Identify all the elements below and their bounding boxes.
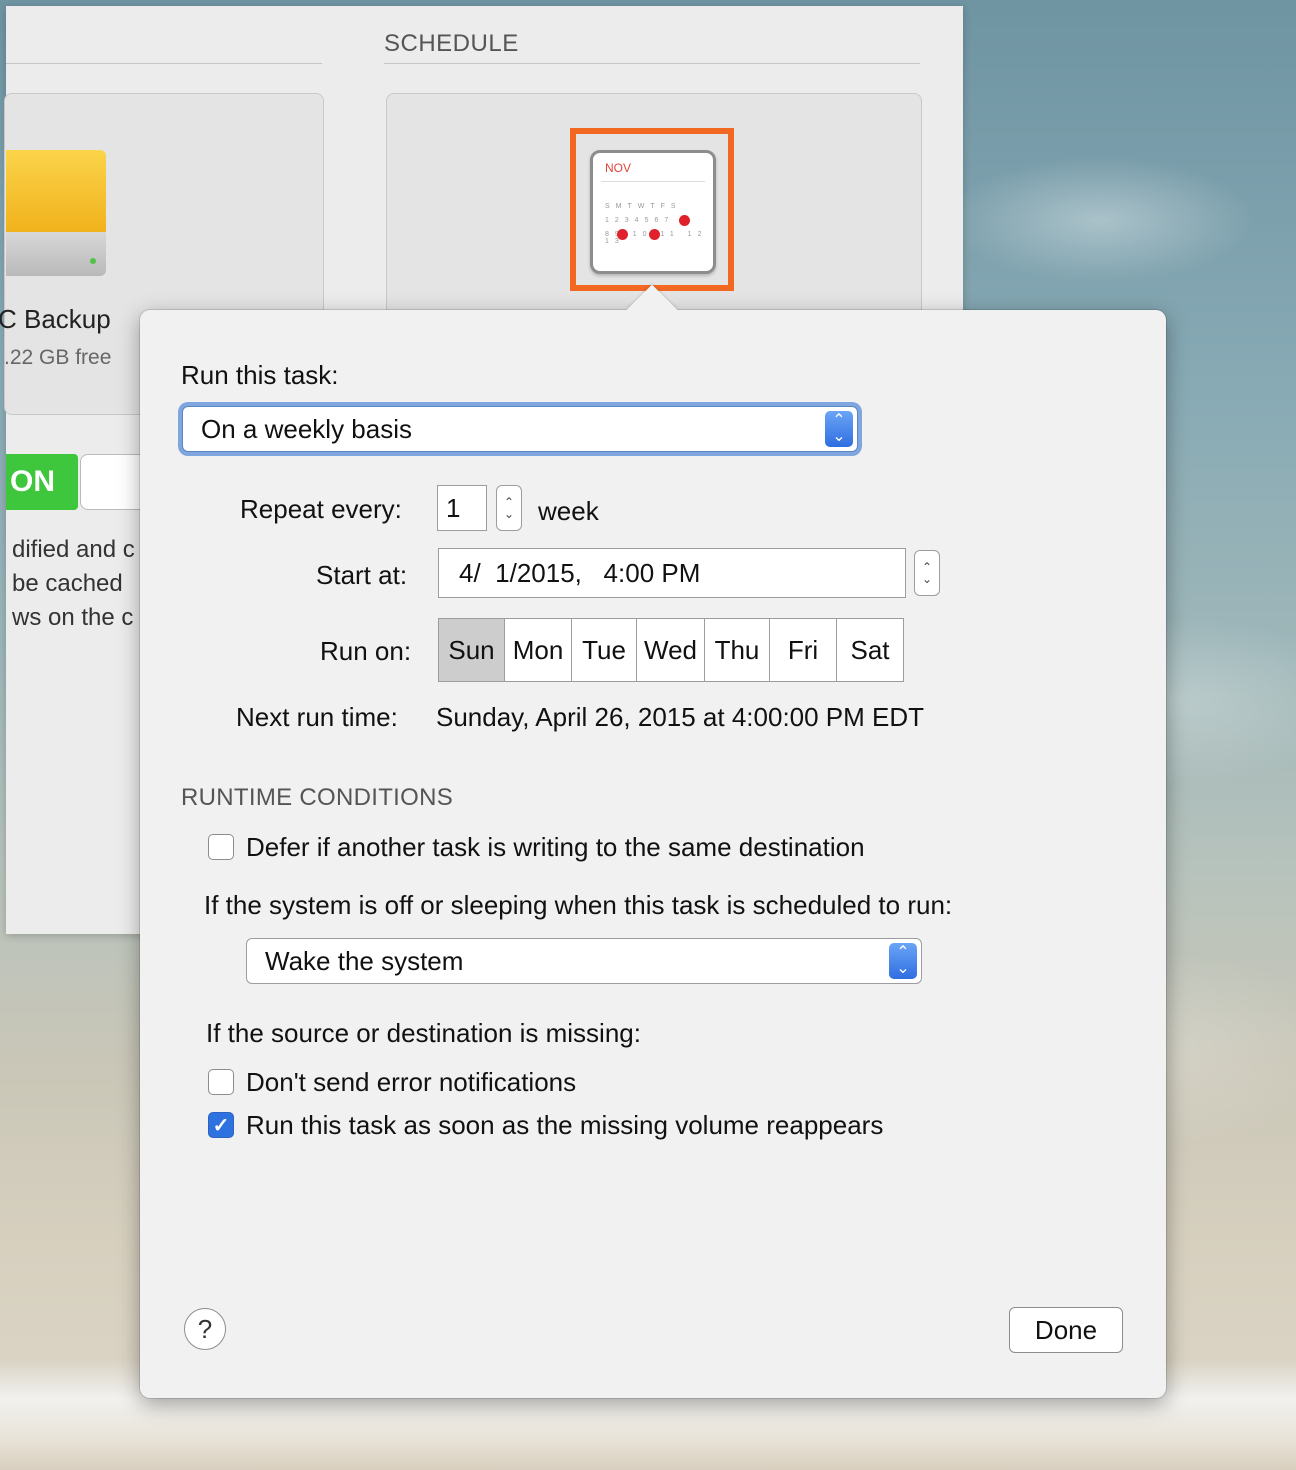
chevron-updown-icon: ⌃ ⌄	[889, 943, 917, 979]
day-fri[interactable]: Fri	[770, 619, 837, 681]
run-on-label: Run on:	[320, 636, 412, 666]
destination-name: C Backup	[0, 304, 111, 334]
sleep-action-value: Wake the system	[265, 945, 464, 976]
run-task-label: Run this task:	[181, 360, 339, 390]
day-mon[interactable]: Mon	[505, 619, 572, 681]
no-error-notifications-checkbox[interactable]	[208, 1069, 234, 1095]
sleep-action-select[interactable]: Wake the system ⌃ ⌄	[246, 938, 922, 984]
section-divider	[6, 63, 322, 64]
description-line: ws on the c	[12, 604, 134, 631]
run-on-reappear-checkbox[interactable]: ✓	[208, 1112, 234, 1138]
hard-drive-icon	[6, 150, 108, 276]
sleep-condition-label: If the system is off or sleeping when th…	[204, 890, 953, 920]
help-button[interactable]: ?	[184, 1308, 226, 1350]
section-divider	[384, 63, 920, 64]
chevron-updown-icon: ⌃ ⌄	[825, 411, 853, 447]
start-date-stepper[interactable]: ⌃ ⌄	[914, 550, 940, 596]
description-line: be cached	[12, 570, 123, 597]
day-wed[interactable]: Wed	[637, 619, 705, 681]
description-line: dified and c	[12, 536, 135, 563]
done-button[interactable]: Done	[1009, 1307, 1123, 1353]
run-on-reappear-label: Run this task as soon as the missing vol…	[246, 1110, 884, 1140]
no-error-notifications-label: Don't send error notifications	[246, 1067, 577, 1097]
next-run-value: Sunday, April 26, 2015 at 4:00:00 PM EDT	[436, 702, 925, 732]
run-frequency-value: On a weekly basis	[201, 413, 412, 444]
missing-volume-label: If the source or destination is missing:	[206, 1018, 641, 1048]
weekday-selector: Sun Mon Tue Wed Thu Fri Sat	[438, 618, 904, 682]
repeat-stepper[interactable]: ⌃ ⌄	[496, 485, 522, 531]
destination-free-space: .22 GB free	[4, 346, 112, 369]
day-sun[interactable]: Sun	[439, 619, 505, 681]
schedule-header: SCHEDULE	[384, 30, 519, 57]
repeat-unit-label: week	[538, 496, 599, 526]
next-run-label: Next run time:	[236, 702, 398, 732]
on-toggle[interactable]: ON	[6, 454, 78, 510]
start-at-label: Start at:	[316, 560, 408, 590]
defer-checkbox[interactable]	[208, 834, 234, 860]
schedule-popover: Run this task: On a weekly basis ⌃ ⌄ Repe…	[140, 284, 1166, 1398]
calendar-highlight	[570, 128, 734, 291]
day-tue[interactable]: Tue	[572, 619, 637, 681]
repeat-interval-field[interactable]: 1	[437, 485, 487, 531]
repeat-every-label: Repeat every:	[240, 494, 402, 524]
day-thu[interactable]: Thu	[705, 619, 770, 681]
day-sat[interactable]: Sat	[837, 619, 903, 681]
runtime-conditions-header: RUNTIME CONDITIONS	[181, 784, 454, 811]
defer-label: Defer if another task is writing to the …	[246, 832, 865, 862]
start-date-field[interactable]: 4/ 1/2015, 4:00 PM	[438, 548, 906, 598]
run-frequency-select[interactable]: On a weekly basis ⌃ ⌄	[182, 406, 858, 452]
